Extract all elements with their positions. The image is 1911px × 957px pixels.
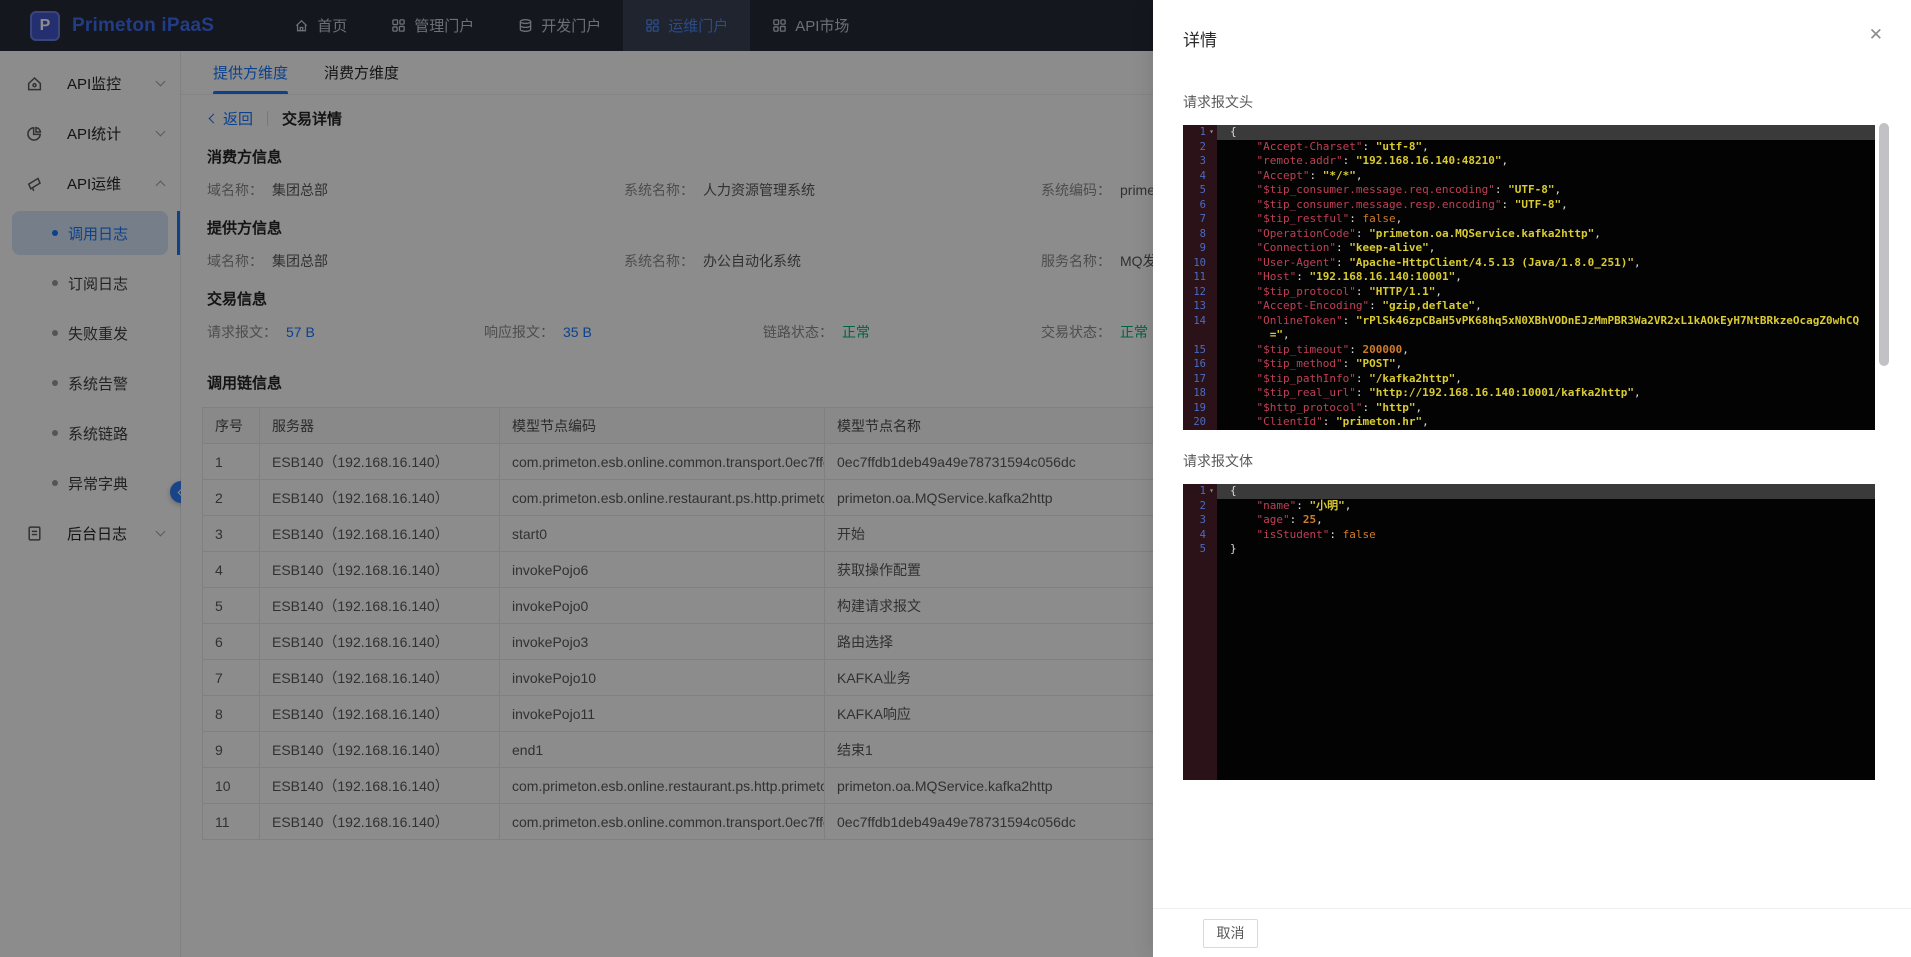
code-text: =", [1217, 328, 1875, 343]
editor-scrollbar-thumb[interactable] [1879, 123, 1889, 366]
code-line: =", [1183, 328, 1875, 343]
code-line: 13 "Accept-Encoding": "gzip,deflate", [1183, 299, 1875, 314]
code-line: 17 "$tip_pathInfo": "/kafka2http", [1183, 372, 1875, 387]
code-text: "remote.addr": "192.168.16.140:48210", [1217, 154, 1875, 169]
code-text: "OnlineToken": "rPlSk46zpCBaH5vPK68hq5xN… [1217, 314, 1875, 329]
code-line: 2 "Accept-Charset": "utf-8", [1183, 140, 1875, 155]
line-number: 18 [1183, 386, 1217, 401]
line-number: 1▾ [1183, 484, 1217, 499]
code-text: "Accept-Encoding": "gzip,deflate", [1217, 299, 1875, 314]
code-text: { [1217, 125, 1875, 140]
cancel-button[interactable]: 取消 [1203, 919, 1258, 948]
code-line: 12 "$tip_protocol": "HTTP/1.1", [1183, 285, 1875, 300]
request-header-label: 请求报文头 [1183, 92, 1875, 112]
code-line: 6 "$tip_consumer.message.resp.encoding":… [1183, 198, 1875, 213]
code-text: "$tip_pathInfo": "/kafka2http", [1217, 372, 1875, 387]
line-number: 6 [1183, 198, 1217, 213]
code-line: 15 "$tip_timeout": 200000, [1183, 343, 1875, 358]
code-line: 14 "OnlineToken": "rPlSk46zpCBaH5vPK68hq… [1183, 314, 1875, 329]
line-number: 15 [1183, 343, 1217, 358]
code-line: 1▾{ [1183, 484, 1875, 499]
line-number: 3 [1183, 513, 1217, 528]
code-line: 11 "Host": "192.168.16.140:10001", [1183, 270, 1875, 285]
code-line: 1▾{ [1183, 125, 1875, 140]
request-body-editor[interactable]: 1▾{2 "name": "小明",3 "age": 25,4 "isStude… [1183, 484, 1875, 780]
code-line: 16 "$tip_method": "POST", [1183, 357, 1875, 372]
code-line: 4 "Accept": "*/*", [1183, 169, 1875, 184]
code-text: "name": "小明", [1217, 499, 1875, 514]
code-text: "Host": "192.168.16.140:10001", [1217, 270, 1875, 285]
code-text: "age": 25, [1217, 513, 1875, 528]
line-number [1183, 328, 1217, 343]
request-header-editor[interactable]: 1▾{2 "Accept-Charset": "utf-8",3 "remote… [1183, 125, 1875, 430]
code-text: "ClientId": "primeton.hr", [1217, 415, 1875, 430]
line-number: 9 [1183, 241, 1217, 256]
request-body-label: 请求报文体 [1183, 451, 1875, 471]
line-number: 13 [1183, 299, 1217, 314]
code-line: 10 "User-Agent": "Apache-HttpClient/4.5.… [1183, 256, 1875, 271]
code-line: 20 "ClientId": "primeton.hr", [1183, 415, 1875, 430]
code-text: "Accept": "*/*", [1217, 169, 1875, 184]
line-number: 4 [1183, 528, 1217, 543]
drawer-title: 详情 [1183, 30, 1875, 52]
code-text: "$tip_restful": false, [1217, 212, 1875, 227]
code-text: "Content-Length": "57" [1217, 430, 1875, 431]
code-text: } [1217, 542, 1875, 557]
line-number: 2 [1183, 140, 1217, 155]
line-number: 12 [1183, 285, 1217, 300]
line-number: 16 [1183, 357, 1217, 372]
line-number: 11 [1183, 270, 1217, 285]
line-number: 20 [1183, 415, 1217, 430]
code-text: "$tip_consumer.message.req.encoding": "U… [1217, 183, 1875, 198]
code-line: 2 "name": "小明", [1183, 499, 1875, 514]
code-text: "$tip_method": "POST", [1217, 357, 1875, 372]
detail-drawer: 详情 ✕ 请求报文头 1▾{2 "Accept-Charset": "utf-8… [1153, 0, 1911, 957]
code-line: 18 "$tip_real_url": "http://192.168.16.1… [1183, 386, 1875, 401]
code-text: "$tip_consumer.message.resp.encoding": "… [1217, 198, 1875, 213]
code-text: "$tip_timeout": 200000, [1217, 343, 1875, 358]
line-number: 4 [1183, 169, 1217, 184]
line-number: 2 [1183, 499, 1217, 514]
code-line: 21 "Content-Length": "57" [1183, 430, 1875, 431]
code-line: 5 "$tip_consumer.message.req.encoding": … [1183, 183, 1875, 198]
drawer-footer: 取消 [1153, 908, 1911, 957]
code-line: 8 "OperationCode": "primeton.oa.MQServic… [1183, 227, 1875, 242]
line-number: 17 [1183, 372, 1217, 387]
line-number: 5 [1183, 542, 1217, 557]
code-text: "Connection": "keep-alive", [1217, 241, 1875, 256]
code-line: 9 "Connection": "keep-alive", [1183, 241, 1875, 256]
code-line: 3 "age": 25, [1183, 513, 1875, 528]
close-icon[interactable]: ✕ [1869, 26, 1883, 43]
line-number: 5 [1183, 183, 1217, 198]
line-number: 3 [1183, 154, 1217, 169]
line-number: 19 [1183, 401, 1217, 416]
code-text: "$http_protocol": "http", [1217, 401, 1875, 416]
code-text: "isStudent": false [1217, 528, 1875, 543]
code-line: 7 "$tip_restful": false, [1183, 212, 1875, 227]
line-number: 7 [1183, 212, 1217, 227]
code-line: 3 "remote.addr": "192.168.16.140:48210", [1183, 154, 1875, 169]
code-text: "Accept-Charset": "utf-8", [1217, 140, 1875, 155]
code-text: "$tip_protocol": "HTTP/1.1", [1217, 285, 1875, 300]
line-number: 14 [1183, 314, 1217, 329]
code-line: 5} [1183, 542, 1875, 557]
code-text: { [1217, 484, 1875, 499]
code-text: "$tip_real_url": "http://192.168.16.140:… [1217, 386, 1875, 401]
code-text: "User-Agent": "Apache-HttpClient/4.5.13 … [1217, 256, 1875, 271]
line-number: 10 [1183, 256, 1217, 271]
code-line: 4 "isStudent": false [1183, 528, 1875, 543]
line-number: 1▾ [1183, 125, 1217, 140]
line-number: 8 [1183, 227, 1217, 242]
code-line: 19 "$http_protocol": "http", [1183, 401, 1875, 416]
code-text: "OperationCode": "primeton.oa.MQService.… [1217, 227, 1875, 242]
fold-arrow-icon: ▾ [1206, 484, 1217, 499]
fold-arrow-icon: ▾ [1206, 125, 1217, 140]
line-number: 21 [1183, 430, 1217, 431]
